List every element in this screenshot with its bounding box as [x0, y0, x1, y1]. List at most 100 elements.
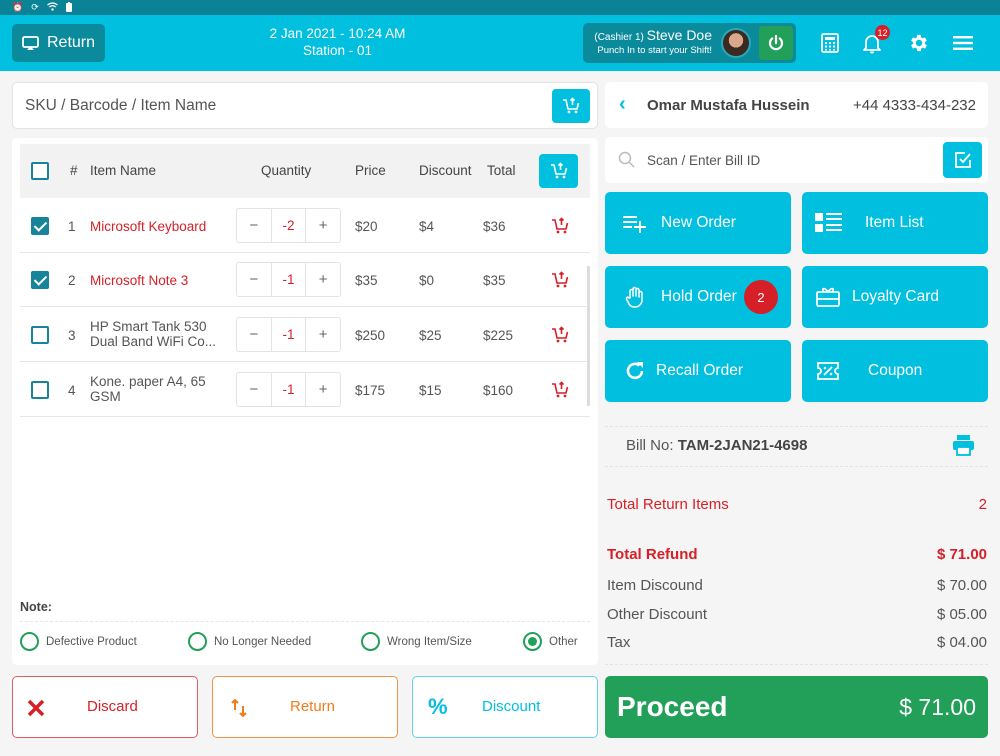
row-item-name: Microsoft Note 3	[90, 273, 189, 288]
datetime: 2 Jan 2021 - 10:24 AM	[269, 26, 406, 41]
hamburger-icon	[953, 36, 973, 50]
top-bar: Return 2 Jan 2021 - 10:24 AM Station - 0…	[0, 15, 1000, 71]
table-scrollbar[interactable]	[587, 266, 590, 406]
reason-radio-no-longer-needed[interactable]: No Longer Needed	[188, 632, 311, 651]
tax-label: Tax	[607, 634, 631, 651]
increment-button[interactable]: +	[306, 263, 340, 296]
row-checkbox[interactable]	[31, 271, 49, 289]
calculator-button[interactable]	[818, 31, 842, 55]
quantity-value[interactable]: -1	[270, 263, 307, 296]
add-to-cart-button[interactable]	[552, 89, 590, 123]
bill-number: Bill No: TAM-2JAN21-4698	[626, 437, 807, 454]
close-icon	[27, 699, 45, 717]
col-discount: Discount	[419, 163, 472, 178]
item-list-button[interactable]: Item List	[802, 192, 988, 254]
increment-button[interactable]: +	[306, 209, 340, 242]
battery-icon	[65, 1, 72, 14]
bill-search-field[interactable]: Scan / Enter Bill ID	[605, 137, 988, 183]
decrement-button[interactable]: −	[237, 263, 271, 296]
cast-icon	[22, 35, 39, 50]
row-return-button[interactable]	[551, 381, 569, 404]
radio-circle[interactable]	[523, 632, 542, 651]
sync-icon: ⟳	[31, 2, 39, 12]
increment-button[interactable]: +	[306, 318, 340, 351]
total-return-items-label: Total Return Items	[607, 496, 729, 513]
col-total: Total	[487, 163, 516, 178]
row-checkbox[interactable]	[31, 217, 49, 235]
proceed-button[interactable]: Proceed $ 71.00	[605, 676, 988, 738]
table-row: 4 Kone. paper A4, 65 GSM − -1 + $175 $15…	[20, 363, 590, 417]
settings-button[interactable]	[907, 31, 931, 55]
coupon-button[interactable]: Coupon	[802, 340, 988, 402]
row-return-button[interactable]	[551, 271, 569, 294]
coupon-icon	[816, 359, 840, 383]
row-return-button[interactable]	[551, 217, 569, 240]
table-row: 3 HP Smart Tank 530 Dual Band WiFi Co...…	[20, 308, 590, 362]
loyalty-card-button[interactable]: Loyalty Card	[802, 266, 988, 328]
row-item-name: Microsoft Keyboard	[90, 219, 207, 234]
notifications-button[interactable]: 12	[860, 25, 890, 55]
gear-icon	[911, 34, 927, 52]
radio-circle[interactable]	[361, 632, 380, 651]
back-chevron-icon[interactable]: ‹	[619, 93, 626, 116]
other-discount-value: $ 05.00	[936, 606, 987, 623]
row-number: 3	[68, 328, 76, 343]
customer-phone: +44 4333-434-232	[852, 97, 976, 114]
total-refund-row: Total Refund $ 71.00	[607, 546, 987, 563]
quantity-value[interactable]: -2	[270, 209, 307, 242]
reason-radio-other[interactable]: Other	[523, 632, 578, 651]
row-price: $175	[355, 383, 386, 398]
quantity-value[interactable]: -1	[270, 318, 307, 351]
divider	[605, 466, 988, 467]
power-icon	[768, 34, 784, 51]
row-checkbox[interactable]	[31, 326, 49, 344]
return-mode-label: Return	[46, 34, 96, 51]
col-quantity: Quantity	[261, 163, 312, 178]
discount-button[interactable]: % Discount	[412, 676, 598, 738]
quantity-value[interactable]: -1	[270, 373, 307, 406]
recall-order-button[interactable]: Recall Order	[605, 340, 791, 402]
row-return-button[interactable]	[551, 326, 569, 349]
reason-radio-defective[interactable]: Defective Product	[20, 632, 137, 651]
discard-button[interactable]: Discard	[12, 676, 198, 738]
radio-circle[interactable]	[188, 632, 207, 651]
row-checkbox[interactable]	[31, 381, 49, 399]
radio-circle[interactable]	[20, 632, 39, 651]
table-row: 2 Microsoft Note 3 − -1 + $35 $0 $35	[20, 253, 590, 307]
quantity-stepper: − -1 +	[236, 262, 341, 297]
return-button[interactable]: Return	[212, 676, 398, 738]
decrement-button[interactable]: −	[237, 209, 271, 242]
swap-vertical-icon	[231, 698, 247, 718]
decrement-button[interactable]: −	[237, 318, 271, 351]
new-order-button[interactable]: New Order	[605, 192, 791, 254]
wifi-icon	[46, 2, 58, 13]
menu-button[interactable]	[951, 31, 975, 55]
hold-order-count-badge: 2	[744, 280, 778, 314]
return-mode-button[interactable]: Return	[12, 24, 105, 62]
row-price: $20	[355, 219, 378, 234]
list-icon	[814, 211, 844, 235]
quantity-stepper: − -1 +	[236, 372, 341, 407]
select-all-checkbox[interactable]	[31, 162, 49, 180]
print-button[interactable]	[952, 434, 975, 461]
alarm-icon: ⏰	[12, 2, 24, 12]
punch-in-button[interactable]	[759, 26, 793, 60]
total-refund-label: Total Refund	[607, 546, 698, 563]
increment-button[interactable]: +	[306, 373, 340, 406]
hold-order-button[interactable]: Hold Order 2	[605, 266, 791, 328]
row-total: $35	[483, 273, 506, 288]
return-all-button[interactable]	[539, 154, 578, 188]
cart-add-icon	[563, 97, 580, 114]
quantity-stepper: − -2 +	[236, 208, 341, 243]
decrement-button[interactable]: −	[237, 373, 271, 406]
row-discount: $25	[419, 328, 442, 343]
cashier-name: Steve Doe	[646, 27, 712, 43]
proceed-amount: $ 71.00	[899, 694, 976, 720]
bill-confirm-button[interactable]	[943, 142, 982, 178]
status-bar: ⏰ ⟳	[0, 0, 1000, 15]
printer-icon	[953, 435, 974, 456]
avatar	[721, 28, 751, 58]
total-return-items-row: Total Return Items 2	[607, 496, 987, 513]
reason-radio-wrong-item[interactable]: Wrong Item/Size	[361, 632, 472, 651]
sku-search-field[interactable]: SKU / Barcode / Item Name	[12, 82, 598, 129]
